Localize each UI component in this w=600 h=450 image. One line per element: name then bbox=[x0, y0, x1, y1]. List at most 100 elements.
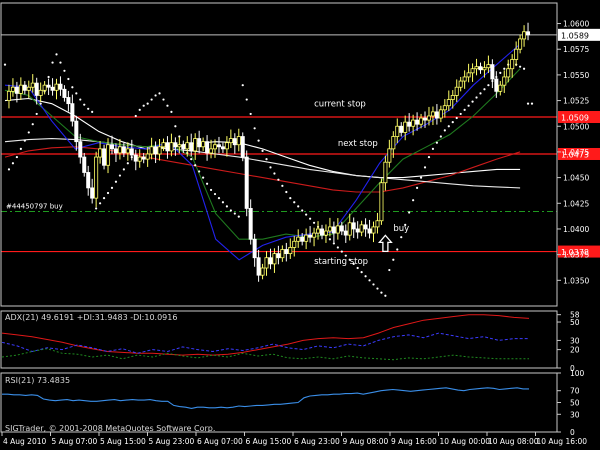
time-tick-label: 9 Aug 08:00 bbox=[343, 437, 389, 446]
psar-dot bbox=[471, 100, 474, 103]
candle-body bbox=[54, 83, 59, 91]
psar-dot bbox=[297, 205, 300, 208]
psar-dot bbox=[106, 191, 110, 195]
candle-body bbox=[359, 224, 364, 233]
price-tick-label: 1.0525 bbox=[563, 97, 589, 106]
psar-dot bbox=[360, 271, 363, 274]
psar-dot bbox=[122, 168, 125, 171]
candle-body bbox=[22, 84, 27, 91]
candle-body bbox=[193, 138, 198, 152]
candle-body bbox=[296, 236, 301, 242]
candle-body bbox=[426, 115, 431, 121]
time-tick-label: 9 Aug 16:00 bbox=[391, 437, 437, 446]
psar-dot bbox=[174, 125, 177, 128]
candle-body bbox=[6, 90, 11, 101]
psar-dot bbox=[253, 127, 256, 130]
candle-body bbox=[454, 86, 459, 96]
psar-dot bbox=[483, 88, 486, 91]
time-tick-label: 5 Aug 15:00 bbox=[100, 437, 146, 446]
candle-body bbox=[323, 230, 328, 236]
psar-dot bbox=[67, 77, 70, 81]
psar-dot bbox=[301, 209, 304, 212]
psar-dot bbox=[364, 275, 367, 278]
stop-price-tag-label: 1.0509 bbox=[561, 114, 589, 123]
candle-body bbox=[82, 156, 87, 173]
psar-dot bbox=[118, 174, 122, 177]
candle-body bbox=[125, 148, 130, 154]
candle-body bbox=[113, 148, 118, 154]
psar-dot bbox=[3, 63, 7, 66]
time-tick-label: 6 Aug 23:00 bbox=[294, 437, 340, 446]
candle-body bbox=[216, 144, 221, 148]
psar-dot bbox=[55, 53, 58, 56]
candle-body bbox=[50, 86, 55, 91]
candle-body bbox=[399, 125, 404, 133]
candle-body bbox=[236, 136, 241, 146]
psar-dot bbox=[27, 131, 30, 134]
psar-dot bbox=[47, 75, 50, 79]
psar-dot bbox=[412, 199, 415, 202]
candle-body bbox=[446, 99, 451, 107]
candle-body bbox=[109, 144, 114, 150]
candle-body bbox=[288, 247, 293, 255]
candle-body bbox=[34, 82, 39, 96]
candle-body bbox=[137, 156, 142, 162]
candle-body bbox=[66, 97, 71, 105]
candle-body bbox=[169, 142, 174, 152]
psar-dot bbox=[487, 84, 490, 87]
psar-dot bbox=[503, 67, 506, 70]
candle-body bbox=[165, 142, 170, 152]
candle-body bbox=[106, 144, 111, 166]
candle-body bbox=[213, 144, 218, 150]
psar-dot bbox=[443, 129, 446, 132]
candle-body bbox=[375, 220, 380, 228]
candle-body bbox=[260, 267, 265, 276]
price-tick-label: 1.0350 bbox=[563, 276, 589, 285]
psar-dot bbox=[312, 221, 316, 224]
time-tick-label: 10 Aug 16:00 bbox=[537, 437, 588, 446]
time-tick-label: 10 Aug 08:00 bbox=[488, 437, 539, 446]
psar-dot bbox=[400, 236, 403, 239]
candle-body bbox=[149, 146, 154, 155]
candle-body bbox=[498, 84, 503, 92]
candle-body bbox=[145, 153, 150, 160]
price-tick-label: 1.0500 bbox=[563, 122, 589, 131]
candle-body bbox=[430, 111, 435, 117]
candle-body bbox=[240, 136, 245, 158]
rsi-tick-label: 0 bbox=[570, 428, 575, 437]
candle-body bbox=[173, 142, 178, 148]
annotation-starting-stop: starting stop bbox=[314, 257, 368, 267]
candle-body bbox=[10, 86, 15, 92]
psar-dot bbox=[51, 61, 54, 64]
order-label: #44450797 buy bbox=[6, 203, 63, 211]
psar-dot bbox=[35, 112, 38, 116]
psar-dot bbox=[170, 110, 173, 113]
psar-dot bbox=[285, 190, 288, 194]
candle-body bbox=[371, 226, 376, 234]
candle-body bbox=[438, 109, 443, 119]
psar-dot bbox=[138, 108, 141, 111]
psar-dot bbox=[91, 110, 94, 113]
psar-dot bbox=[435, 141, 439, 144]
candle-body bbox=[474, 66, 479, 70]
time-tick-label: 4 Aug 2010 bbox=[3, 437, 46, 446]
candle-body bbox=[30, 82, 35, 88]
candle-body bbox=[38, 89, 43, 96]
psar-dot bbox=[198, 170, 201, 173]
psar-dot bbox=[475, 96, 478, 99]
psar-dot bbox=[519, 65, 522, 68]
rsi-tick-label: 100 bbox=[570, 369, 585, 378]
psar-dot bbox=[392, 258, 395, 261]
candle-body bbox=[335, 225, 340, 234]
candle-body bbox=[276, 253, 281, 259]
psar-dot bbox=[39, 102, 42, 105]
candle-body bbox=[205, 141, 210, 154]
psar-dot bbox=[499, 71, 502, 74]
adx-tick-label: 20 bbox=[570, 346, 580, 355]
psar-dot bbox=[332, 242, 335, 245]
candle-body bbox=[209, 148, 214, 154]
psar-dot bbox=[71, 86, 74, 89]
price-tick-label: 1.0475 bbox=[563, 148, 589, 157]
price-tick-label: 1.0575 bbox=[563, 45, 589, 54]
psar-dot bbox=[415, 186, 419, 189]
